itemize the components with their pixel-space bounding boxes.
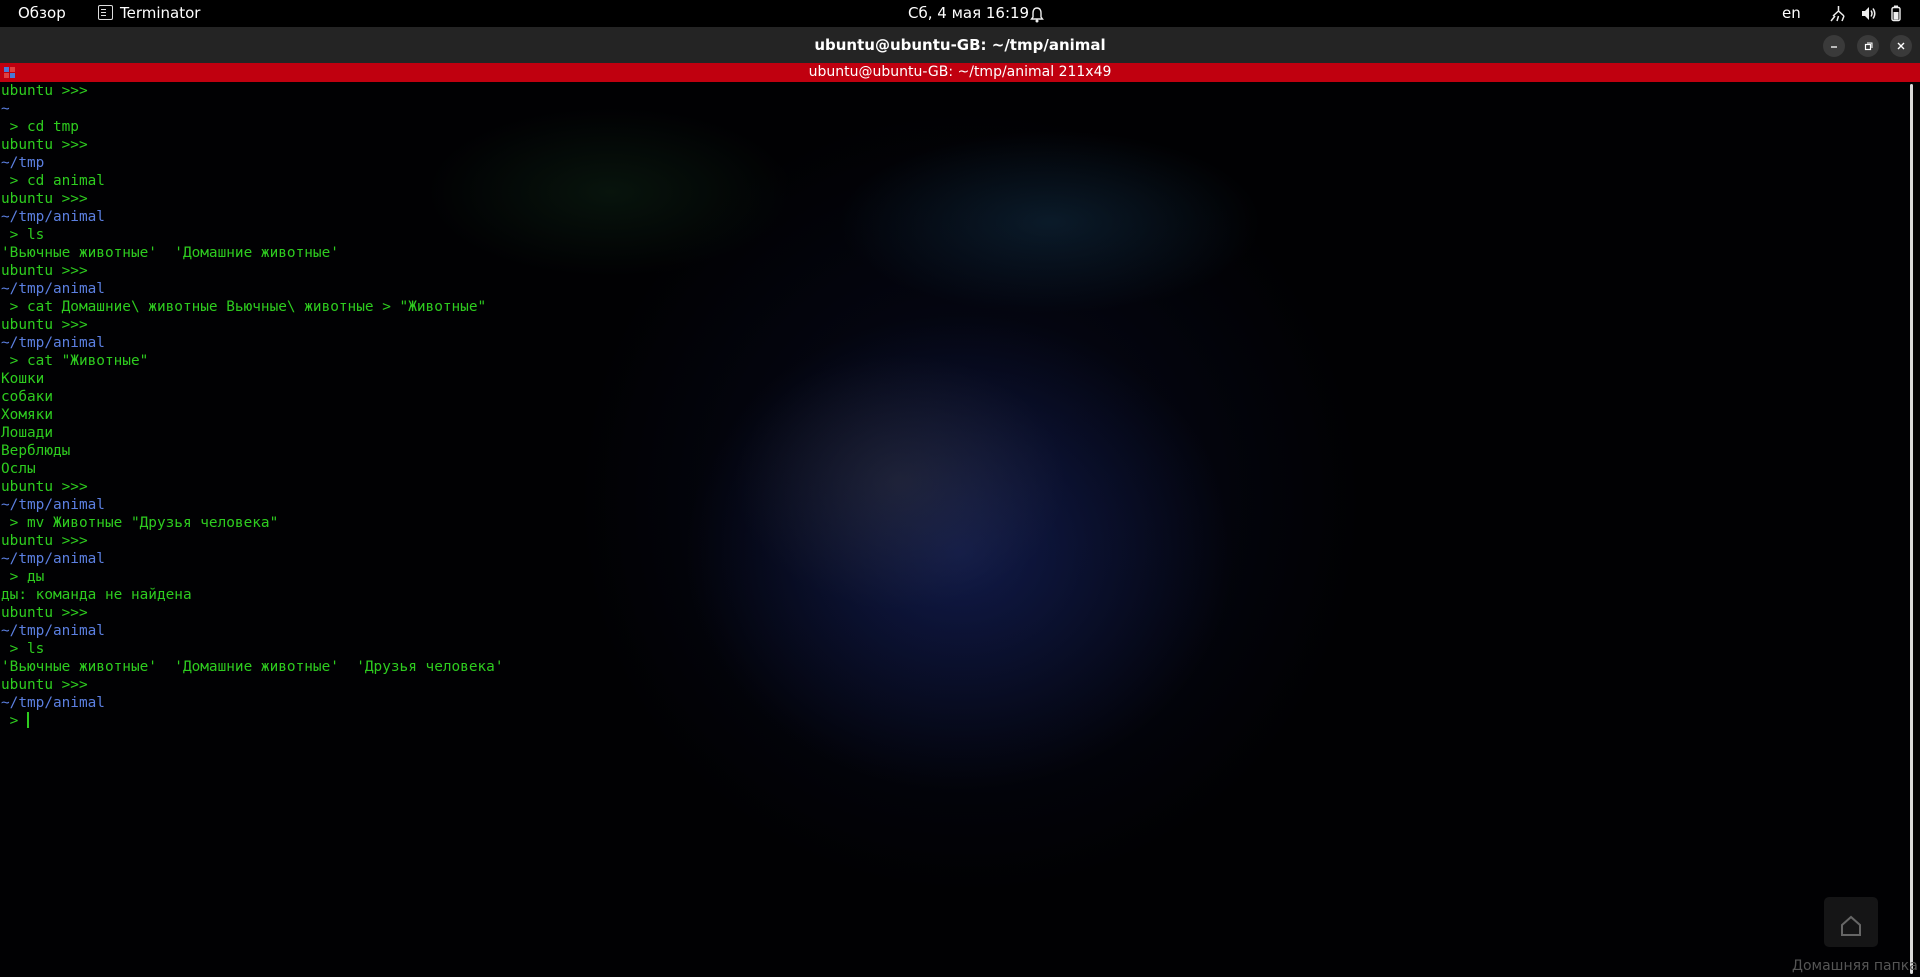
terminal-line-cmd: > ls: [1, 641, 45, 657]
clock[interactable]: Сб, 4 мая 16:19: [908, 0, 1029, 27]
terminal-header-title: ubuntu@ubuntu-GB: ~/tmp/animal 211x49: [808, 64, 1112, 80]
terminal-line-path: ~/tmp/animal: [1, 281, 105, 297]
maximize-icon: [1864, 42, 1873, 51]
terminal-input-line[interactable]: >: [1, 712, 504, 730]
terminal-scrollbar[interactable]: [1910, 84, 1913, 974]
maximize-button[interactable]: [1857, 35, 1879, 57]
close-button[interactable]: [1890, 35, 1912, 57]
terminal-line-cmd: > cat "Животные": [1, 353, 149, 369]
terminal-app-icon: [98, 5, 113, 20]
volume-icon: [1861, 7, 1876, 20]
terminal-line-prompt: ubuntu >>>: [1, 317, 88, 333]
terminal-line-path: ~/tmp/animal: [1, 551, 105, 567]
folder-icon: [1824, 897, 1878, 947]
terminal-titlebar[interactable]: ubuntu@ubuntu-GB: ~/tmp/animal 211x49: [0, 63, 1920, 82]
activities-button[interactable]: Обзор: [18, 0, 66, 27]
terminal-view[interactable]: ubuntu >>> ~ > cd tmp ubuntu >>> ~/tmp > cd…: [0, 82, 1920, 977]
terminal-line-out: Кошки: [1, 371, 45, 387]
text-cursor: [27, 712, 29, 728]
system-tray[interactable]: [1830, 5, 1910, 22]
terminal-line-path: ~/tmp/animal: [1, 335, 105, 351]
desktop-home-folder[interactable]: Домашняя папка: [1792, 895, 1920, 977]
terminal-line-out: собаки: [1, 389, 53, 405]
window-title: ubuntu@ubuntu-GB: ~/tmp/animal: [814, 36, 1106, 54]
close-icon: [1897, 42, 1905, 50]
terminal-output: ubuntu >>> ~ > cd tmp ubuntu >>> ~/tmp > cd…: [1, 82, 504, 730]
terminal-line-prompt: ubuntu >>>: [1, 263, 88, 279]
terminal-line-cmd: > cd animal: [1, 173, 105, 189]
terminal-line-cmd: > ls: [1, 227, 45, 243]
minimize-icon: [1831, 46, 1837, 48]
bell-icon[interactable]: [1030, 5, 1044, 23]
terminal-grid-icon[interactable]: [4, 67, 15, 78]
app-menu-button[interactable]: Terminator: [98, 0, 200, 27]
terminal-line-out: 'Вьючные животные' 'Домашние животные' '…: [1, 659, 504, 675]
terminal-line-prompt: ubuntu >>>: [1, 605, 88, 621]
terminal-line-path: ~/tmp/animal: [1, 497, 105, 513]
window-titlebar[interactable]: ubuntu@ubuntu-GB: ~/tmp/animal: [0, 27, 1920, 63]
terminal-line-prompt: ubuntu >>>: [1, 137, 88, 153]
terminal-line-cmd: > mv Животные "Друзья человека": [1, 515, 279, 531]
minimize-button[interactable]: [1823, 35, 1845, 57]
terminal-line-prompt: ubuntu >>>: [1, 191, 88, 207]
app-menu-label: Terminator: [120, 4, 201, 22]
terminal-line-out: Лошади: [1, 425, 53, 441]
terminal-line-out: Верблюды: [1, 443, 71, 459]
battery-icon: [1890, 5, 1901, 22]
network-icon: [1830, 6, 1845, 22]
terminal-line-cmd: > ды: [1, 569, 45, 585]
terminal-line-prompt: ubuntu >>>: [1, 479, 88, 495]
desktop-home-folder-label: Домашняя папка: [1792, 958, 1918, 974]
terminal-line-path: ~/tmp/animal: [1, 623, 105, 639]
terminal-line-prompt: ubuntu >>>: [1, 533, 88, 549]
terminal-line-path: ~: [1, 101, 10, 117]
terminal-line-cmd: > cd tmp: [1, 119, 79, 135]
terminal-line-prompt: ubuntu >>>: [1, 677, 88, 693]
terminal-input-prompt: >: [1, 713, 27, 729]
terminal-line-out: Ослы: [1, 461, 36, 477]
terminal-line-out: Хомяки: [1, 407, 53, 423]
terminal-line-path: ~/tmp/animal: [1, 695, 105, 711]
home-icon: [1841, 915, 1861, 936]
terminal-line-out: ды: команда не найдена: [1, 587, 192, 603]
terminal-line-path: ~/tmp: [1, 155, 45, 171]
top-panel: Обзор Terminator Сб, 4 мая 16:19 en: [0, 0, 1920, 27]
keyboard-layout-indicator[interactable]: en: [1782, 0, 1801, 27]
terminal-line-path: ~/tmp/animal: [1, 209, 105, 225]
terminal-line-out: 'Вьючные животные' 'Домашние животные': [1, 245, 339, 261]
terminal-line-prompt: ubuntu >>>: [1, 83, 88, 99]
terminal-line-cmd: > cat Домашние\ животные Вьючные\ животн…: [1, 299, 487, 315]
